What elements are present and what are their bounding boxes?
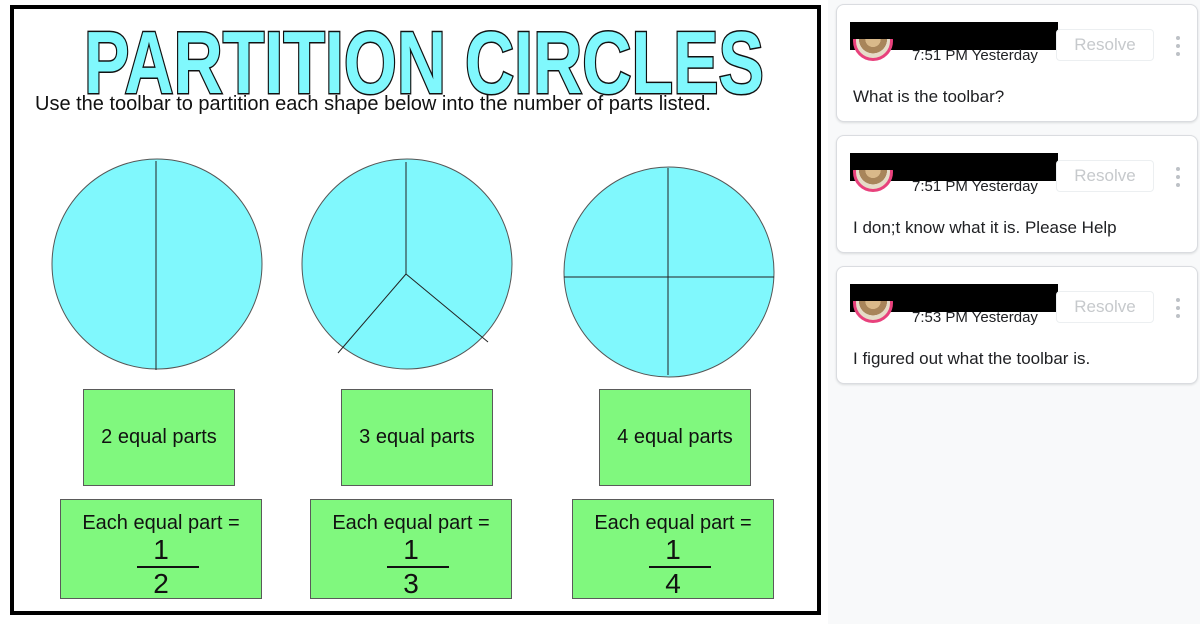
parts-label: 4 equal parts [617,426,733,448]
slide-title: PARTITION CIRCLES [79,15,769,105]
fraction-numerator: 1 [153,534,169,565]
more-vert-icon[interactable] [1168,293,1188,323]
fraction-label: Each equal part = [332,512,490,534]
comment-card[interactable]: 7:53 PM Yesterday Resolve I figured out … [836,266,1198,384]
slide-canvas: PARTITION CIRCLES Use the toolbar to par… [0,0,828,624]
fraction-label: Each equal part = [82,512,240,534]
resolve-button[interactable]: Resolve [1056,29,1154,61]
fraction-box: Each equal part = 1 2 [60,499,262,599]
comment-card[interactable]: 7:51 PM Yesterday Resolve What is the to… [836,4,1198,122]
comment-text: What is the toolbar? [853,87,1005,106]
circle-shape-halves[interactable] [50,157,264,371]
comment-card[interactable]: 7:51 PM Yesterday Resolve I don;t know w… [836,135,1198,253]
more-vert-icon[interactable] [1168,162,1188,192]
slide-title-text: PARTITION CIRCLES [84,15,764,105]
comment-timestamp: 7:51 PM Yesterday [912,178,1038,195]
instructions-text: Use the toolbar to partition each shape … [35,93,711,115]
circle-shape-fourths[interactable] [562,165,776,379]
fraction-box: Each equal part = 1 3 [310,499,512,599]
resolve-button[interactable]: Resolve [1056,291,1154,323]
fraction-label: Each equal part = [594,512,752,534]
fraction-denominator: 2 [153,568,169,599]
more-vert-icon[interactable] [1168,31,1188,61]
comment-text: I figured out what the toolbar is. [853,349,1091,368]
circle-shape-thirds[interactable] [300,157,514,371]
avatar [853,170,893,192]
fraction-box: Each equal part = 1 4 [572,499,774,599]
fraction-denominator: 4 [665,568,681,599]
app-root: PARTITION CIRCLES Use the toolbar to par… [0,0,1200,624]
parts-label: 3 equal parts [359,426,475,448]
comment-timestamp: 7:53 PM Yesterday [912,309,1038,326]
avatar [853,301,893,323]
parts-label-box: 2 equal parts [83,389,235,486]
fraction-denominator: 3 [403,568,419,599]
slide: PARTITION CIRCLES Use the toolbar to par… [10,5,821,615]
parts-label-box: 4 equal parts [599,389,751,486]
avatar [853,39,893,61]
parts-label-box: 3 equal parts [341,389,493,486]
fraction-numerator: 1 [403,534,419,565]
resolve-button[interactable]: Resolve [1056,160,1154,192]
comment-text: I don;t know what it is. Please Help [853,218,1117,237]
parts-label: 2 equal parts [101,426,217,448]
fraction-numerator: 1 [665,534,681,565]
comment-timestamp: 7:51 PM Yesterday [912,47,1038,64]
